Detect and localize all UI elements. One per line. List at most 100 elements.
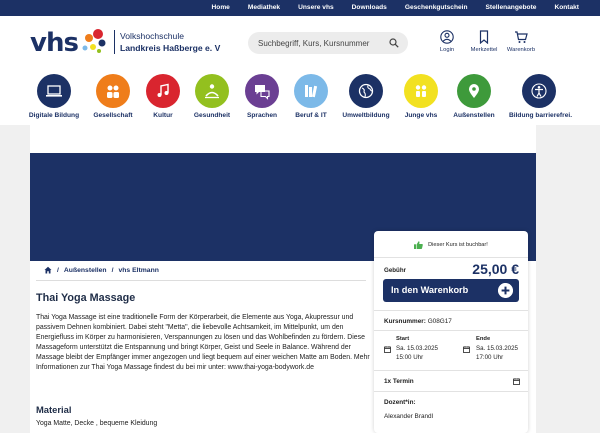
end-date-block: Ende Sa. 15.03.2025 17:00 Uhr <box>476 336 518 362</box>
gutter-left <box>0 125 30 433</box>
calendar-icon <box>463 346 470 353</box>
category-circle <box>195 74 229 108</box>
breadcrumb-separator: / <box>57 266 59 274</box>
org-name-line2: Landkreis Haßberge e. V <box>120 43 221 53</box>
site-header: vhs Volkshochschule Landkreis Haßberge e… <box>0 16 600 70</box>
category-label: Umweltbildung <box>342 112 390 119</box>
start-date-block: Start Sa. 15.03.2025 15:00 Uhr <box>396 336 438 362</box>
course-title: Thai Yoga Massage <box>36 292 136 304</box>
lecturer-label: Dozent*in: <box>384 399 416 406</box>
course-price: 25,00 € <box>472 261 519 277</box>
search-input[interactable] <box>258 36 383 50</box>
category-circle <box>457 74 491 108</box>
globe-icon <box>358 83 374 99</box>
top-navigation: Home Mediathek Unsere vhs Downloads Gesc… <box>0 0 600 16</box>
category-label: Außenstellen <box>453 112 495 119</box>
lecturer-name[interactable]: Alexander Brandl <box>384 413 433 420</box>
category-circle <box>294 74 328 108</box>
people-icon <box>107 85 119 98</box>
breadcrumb: / Außenstellen / vhs Eltmann <box>44 266 159 274</box>
category-umweltbildung[interactable]: Umweltbildung <box>336 74 396 119</box>
logo-divider <box>114 30 115 54</box>
nav-link-downloads[interactable]: Downloads <box>343 0 396 16</box>
category-circle <box>96 74 130 108</box>
card-divider <box>374 391 528 392</box>
books-icon <box>305 85 318 98</box>
nav-link-unsere-vhs[interactable]: Unsere vhs <box>289 0 343 16</box>
category-circle <box>349 74 383 108</box>
bookable-status: Dieser Kurs ist buchbar! <box>374 241 528 249</box>
category-label: Digitale Bildung <box>28 112 80 119</box>
category-bildung-barrierefrei[interactable]: Bildung barrierefrei. <box>509 74 573 119</box>
nav-link-home[interactable]: Home <box>203 0 239 16</box>
category-circle <box>404 74 438 108</box>
warenkorb-button[interactable]: Warenkorb <box>504 30 538 53</box>
login-button[interactable]: Login <box>430 30 464 53</box>
start-time: 15:00 Uhr <box>396 354 424 361</box>
start-date: Sa. 15.03.2025 <box>396 345 438 352</box>
speech-icon <box>255 85 270 100</box>
course-number-row: Kursnummer: G08G17 <box>384 318 452 325</box>
home-icon[interactable] <box>44 266 52 274</box>
category-label: Bildung barrierefrei. <box>509 112 573 119</box>
nav-link-kontakt[interactable]: Kontakt <box>545 0 588 16</box>
bookmark-icon <box>479 30 489 44</box>
user-icon <box>440 30 454 44</box>
org-name-line1: Volkshochschule <box>120 31 185 41</box>
breadcrumb-divider <box>36 280 366 281</box>
breadcrumb-vhs-eltmann[interactable]: vhs Eltmann <box>118 267 158 274</box>
kids-icon <box>415 85 427 97</box>
gutter-right <box>536 125 600 433</box>
sessions-count[interactable]: 1x Termin <box>384 378 414 385</box>
fee-label: Gebühr <box>384 267 407 274</box>
vhs-logo-dots-icon <box>82 29 106 53</box>
music-icon <box>157 83 169 97</box>
category-digitale-bildung[interactable]: Digitale Bildung <box>24 74 84 119</box>
bookable-status-text: Dieser Kurs ist buchbar! <box>428 242 488 248</box>
warenkorb-label: Warenkorb <box>506 47 536 53</box>
end-label: Ende <box>476 336 491 342</box>
breadcrumb-aussenstellen[interactable]: Außenstellen <box>64 267 107 274</box>
plus-icon <box>498 283 513 298</box>
calendar-icon <box>384 346 391 353</box>
start-label: Start <box>396 336 410 342</box>
category-label: Junge vhs <box>404 112 438 119</box>
merkzettel-label: Merkzettel <box>470 47 498 53</box>
course-number-label: Kursnummer: <box>384 318 426 325</box>
material-heading: Material <box>36 404 72 415</box>
booking-card: Dieser Kurs ist buchbar! Gebühr 25,00 € … <box>374 231 528 433</box>
category-beruf-it[interactable]: Beruf & IT <box>281 74 341 119</box>
search-box <box>248 32 408 54</box>
category-navigation: Digitale Bildung Gesellschaft Kultur Ges… <box>0 70 600 125</box>
card-divider <box>374 257 528 258</box>
merkzettel-button[interactable]: Merkzettel <box>467 30 501 53</box>
category-aussenstellen[interactable]: Außenstellen <box>444 74 504 119</box>
category-label: Beruf & IT <box>295 112 327 119</box>
course-description: Thai Yoga Massage ist eine traditionelle… <box>36 314 370 372</box>
card-divider <box>374 330 528 331</box>
thumbs-up-icon <box>414 241 423 249</box>
end-time: 17:00 Uhr <box>476 354 504 361</box>
category-circle <box>522 74 556 108</box>
nav-link-stellenangebote[interactable]: Stellenangebote <box>477 0 546 16</box>
category-circle <box>146 74 180 108</box>
laptop-icon <box>46 85 62 97</box>
nav-link-mediathek[interactable]: Mediathek <box>239 0 289 16</box>
login-label: Login <box>439 47 455 53</box>
top-nav-links: Home Mediathek Unsere vhs Downloads Gesc… <box>203 0 588 16</box>
search-icon[interactable] <box>389 38 399 48</box>
card-divider <box>374 310 528 311</box>
add-to-cart-button[interactable]: In den Warenkorb <box>383 279 519 302</box>
calendar-icon[interactable] <box>513 378 520 385</box>
cart-icon <box>515 31 528 43</box>
category-junge-vhs[interactable]: Junge vhs <box>391 74 451 119</box>
end-date: Sa. 15.03.2025 <box>476 345 518 352</box>
vhs-logo-text[interactable]: vhs <box>30 28 79 58</box>
add-to-cart-label: In den Warenkorb <box>391 285 469 295</box>
card-divider <box>374 370 528 371</box>
nav-link-geschenkgutschein[interactable]: Geschenkgutschein <box>396 0 477 16</box>
category-circle <box>37 74 71 108</box>
material-text: Yoga Matte, Decke , bequeme Kleidung <box>36 420 158 427</box>
accessibility-icon <box>531 83 547 99</box>
breadcrumb-separator: / <box>111 266 114 274</box>
